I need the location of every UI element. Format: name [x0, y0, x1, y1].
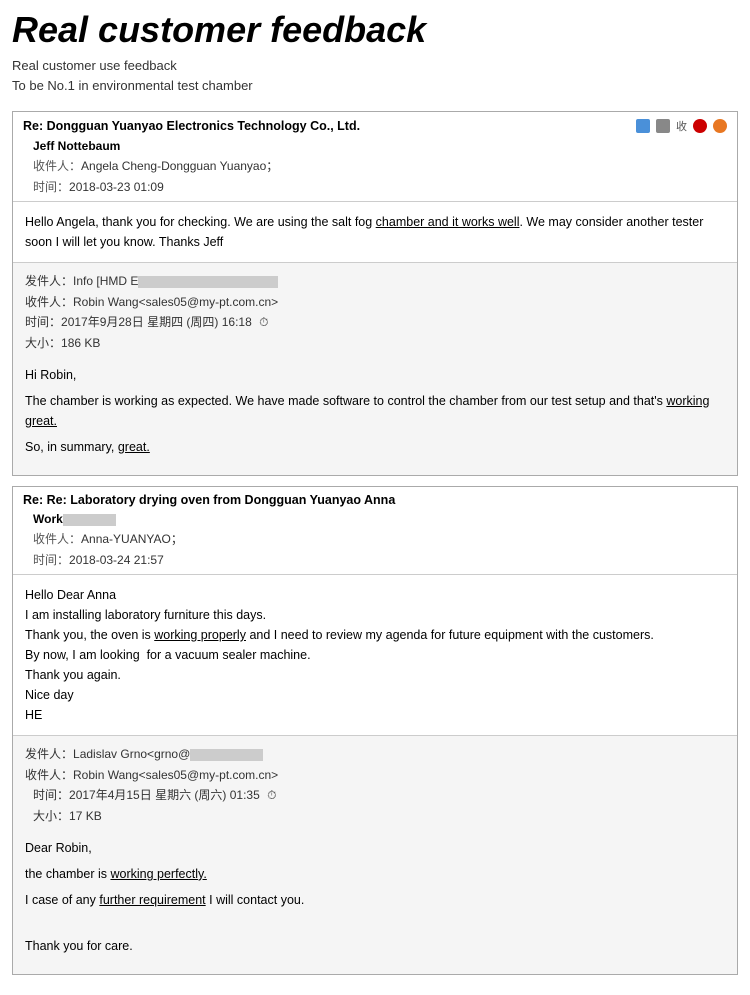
email-body-2: Hello Dear Anna I am installing laborato… — [13, 575, 737, 735]
email-sender-2: Work■■■■■■■■ — [23, 510, 727, 528]
body-line-2: Thank you, the oven is working properly … — [25, 625, 725, 645]
quoted-time-2: 时间：2017年4月15日 星期六 (周六) 01:35 ⏱ — [25, 785, 725, 805]
quoted-body-text-4: I case of any further requirement I will… — [25, 890, 725, 910]
email-icon-gray — [656, 119, 670, 133]
body-line-1: I am installing laboratory furniture thi… — [25, 605, 725, 625]
quoted-closing-2: Thank you for care. — [25, 936, 725, 956]
quoted-greeting-2: Dear Robin, — [25, 838, 725, 858]
page-title: Real customer feedback — [12, 10, 738, 50]
email-icon-orange — [713, 119, 727, 133]
quoted-greeting-1: Hi Robin, — [25, 365, 725, 385]
body-underline-1: chamber and it works well — [376, 215, 520, 229]
body-line-5: Nice day — [25, 685, 725, 705]
quoted-time-1: 时间：2017年9月28日 星期四 (周四) 16:18 ⏱ — [25, 312, 725, 332]
email-icon-blue — [636, 119, 650, 133]
quoted-meta-1: 发件人：Info [HMD E■■■■■■■■■■■■■■■■■■■■■ 收件人… — [25, 271, 725, 353]
email-to-2: 收件人：Anna-YUANYAO； — [23, 528, 727, 549]
email-to-1: 收件人：Angela Cheng-Dongguan Yuanyao； — [23, 155, 727, 176]
quoted-underline-2a: working perfectly. — [110, 867, 206, 881]
quoted-to-1: 收件人：Robin Wang<sales05@my-pt.com.cn> — [25, 292, 725, 312]
redacted-1: ■■■■■■■■■■■■■■■■■■■■■ — [138, 276, 278, 288]
email-block-1: Re: Dongguan Yuanyao Electronics Technol… — [12, 111, 738, 476]
email-icon-text1: 收 — [676, 118, 687, 134]
quoted-body-text-1: The chamber is working as expected. We h… — [25, 391, 725, 431]
clock-icon-1: ⏱ — [259, 315, 268, 329]
quoted-from-1: 发件人：Info [HMD E■■■■■■■■■■■■■■■■■■■■■ — [25, 271, 725, 292]
quoted-underline-1b: great. — [118, 440, 150, 454]
body-line-3: By now, I am looking for a vacuum sealer… — [25, 645, 725, 665]
quoted-body-1: Hi Robin, The chamber is working as expe… — [25, 359, 725, 467]
quoted-meta-2: 发件人：Ladislav Grno<grno@■■■■■■■■■■■ 收件人：R… — [25, 744, 725, 826]
body-line-greeting: Hello Dear Anna — [25, 585, 725, 605]
quoted-section-1: 发件人：Info [HMD E■■■■■■■■■■■■■■■■■■■■■ 收件人… — [13, 262, 737, 475]
email-body-1: Hello Angela, thank you for checking. We… — [13, 202, 737, 262]
clock-icon-2: ⏱ — [267, 788, 276, 802]
email-header-2: Re: Re: Laboratory drying oven from Dong… — [13, 487, 737, 575]
email-subject-2: Re: Re: Laboratory drying oven from Dong… — [23, 493, 395, 507]
email-time-1: 时间：2018-03-23 01:09 — [23, 176, 727, 197]
quoted-section-2: 发件人：Ladislav Grno<grno@■■■■■■■■■■■ 收件人：R… — [13, 735, 737, 974]
quoted-size-1: 大小：186 KB — [25, 333, 725, 353]
email-block-2: Re: Re: Laboratory drying oven from Dong… — [12, 486, 738, 975]
email-time-2: 时间：2018-03-24 21:57 — [23, 549, 727, 570]
quoted-size-2: 大小：17 KB — [25, 806, 725, 826]
quoted-body-text-2: So, in summary, great. — [25, 437, 725, 457]
redacted-2: ■■■■■■■■■■■ — [190, 749, 263, 761]
redacted-sender-2: ■■■■■■■■ — [63, 514, 116, 526]
page-subtitle: Real customer use feedback To be No.1 in… — [12, 56, 738, 98]
quoted-underline-2b: further requirement — [99, 893, 205, 907]
email-icon-red — [693, 119, 707, 133]
quoted-from-2: 发件人：Ladislav Grno<grno@■■■■■■■■■■■ — [25, 744, 725, 765]
email-sender-1: Jeff Nottebaum — [23, 137, 727, 155]
body-line-4: Thank you again. — [25, 665, 725, 685]
email-icons-1: 收 — [636, 118, 727, 134]
quoted-to-2: 收件人：Robin Wang<sales05@my-pt.com.cn> — [25, 765, 725, 785]
body-line-6: HE — [25, 705, 725, 725]
quoted-body-2: Dear Robin, the chamber is working perfe… — [25, 832, 725, 966]
email-subject-1: Re: Dongguan Yuanyao Electronics Technol… — [23, 119, 360, 133]
quoted-body-text-3: the chamber is working perfectly. — [25, 864, 725, 884]
body-underline-2: working properly — [154, 628, 246, 642]
email-header-1: Re: Dongguan Yuanyao Electronics Technol… — [13, 112, 737, 202]
